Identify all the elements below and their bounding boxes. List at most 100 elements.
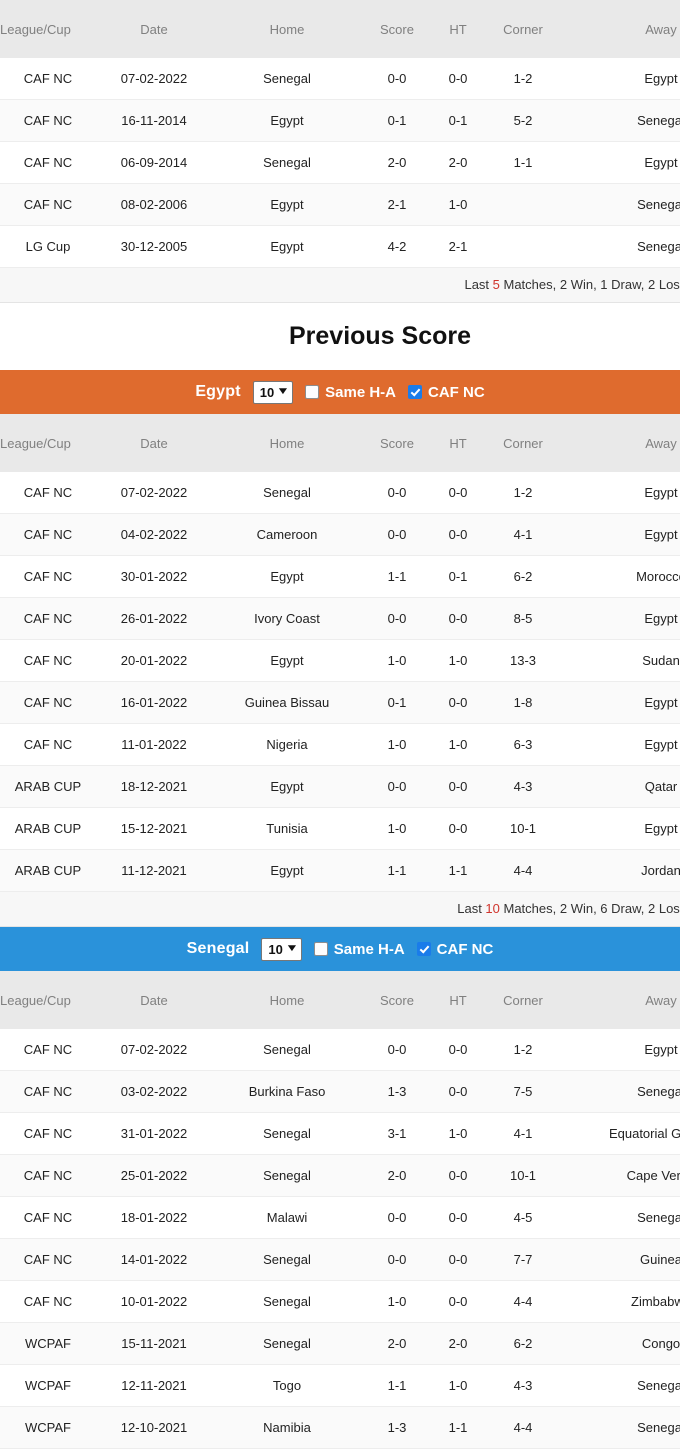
table-row[interactable]: CAF NC 07-02-2022 Senegal 0-0 0-0 1-2 Eg… [0,1029,680,1071]
cell-league: CAF NC [0,1070,96,1113]
cell-home-team[interactable]: Egypt [212,639,362,682]
table-row[interactable]: WCPAF 15-11-2021 Senegal 2-0 2-0 6-2 Con… [0,1322,680,1365]
table-row[interactable]: CAF NC 06-09-2014 Senegal 2-0 2-0 1-1 Eg… [0,141,680,184]
cell-away-team[interactable]: Senegal [562,183,680,226]
cell-home-team[interactable]: Togo [212,1364,362,1407]
section-title-area: Previous Score [0,303,680,370]
cell-home-team[interactable]: Senegal [212,1029,362,1071]
table-row[interactable]: CAF NC 04-02-2022 Cameroon 0-0 0-0 4-1 E… [0,513,680,556]
cell-away-team[interactable]: Senegal [562,225,680,268]
table-header-row: League/Cup Date Home Score HT Corner Awa… [0,0,680,58]
cell-ht: 2-0 [432,1322,484,1365]
cell-date: 25-01-2022 [96,1154,212,1197]
cell-home-team[interactable]: Malawi [212,1196,362,1239]
table-row[interactable]: CAF NC 30-01-2022 Egypt 1-1 0-1 6-2 Moro… [0,555,680,598]
cell-away-team[interactable]: Senegal [562,1406,680,1449]
cell-away-team[interactable]: Congo [562,1322,680,1365]
cell-away-team[interactable]: Egypt [562,597,680,640]
cell-league: CAF NC [0,513,96,556]
cell-home-team[interactable]: Tunisia [212,807,362,850]
table-row[interactable]: CAF NC 16-11-2014 Egypt 0-1 0-1 5-2 Sene… [0,99,680,142]
table-row[interactable]: LG Cup 30-12-2005 Egypt 4-2 2-1 Senegal [0,225,680,268]
column-header-date: Date [96,414,212,472]
cell-away-team[interactable]: Morocco [562,555,680,598]
cell-date: 07-02-2022 [96,472,212,514]
cell-corner: 8-5 [484,597,562,640]
cell-away-team[interactable]: Senegal [562,99,680,142]
cell-corner: 10-1 [484,1154,562,1197]
table-row[interactable]: ARAB CUP 18-12-2021 Egypt 0-0 0-0 4-3 Qa… [0,765,680,808]
cell-home-team[interactable]: Senegal [212,472,362,514]
cell-home-team[interactable]: Egypt [212,555,362,598]
table-row[interactable]: CAF NC 18-01-2022 Malawi 0-0 0-0 4-5 Sen… [0,1196,680,1239]
egypt-match-count-select[interactable]: 10 ▼ [252,380,294,404]
cell-home-team[interactable]: Egypt [212,225,362,268]
table-row[interactable]: CAF NC 07-02-2022 Senegal 0-0 0-0 1-2 Eg… [0,58,680,100]
cell-away-team[interactable]: Egypt [562,513,680,556]
cell-away-team[interactable]: Senegal [562,1196,680,1239]
cell-corner: 6-2 [484,1322,562,1365]
cell-home-team[interactable]: Burkina Faso [212,1070,362,1113]
table-row[interactable]: CAF NC 14-01-2022 Senegal 0-0 0-0 7-7 Gu… [0,1238,680,1281]
cell-away-team[interactable]: Egypt [562,807,680,850]
cell-away-team[interactable]: Egypt [562,472,680,514]
cell-away-team[interactable]: Egypt [562,141,680,184]
cell-home-team[interactable]: Ivory Coast [212,597,362,640]
checkbox-icon[interactable] [313,942,328,956]
senegal-match-count-select[interactable]: 10 ▼ [261,937,302,961]
cell-home-team[interactable]: Senegal [212,141,362,184]
cell-home-team[interactable]: Guinea Bissau [212,681,362,724]
table-row[interactable]: CAF NC 11-01-2022 Nigeria 1-0 1-0 6-3 Eg… [0,723,680,766]
cell-away-team[interactable]: Egypt [562,58,680,100]
cell-away-team[interactable]: Qatar [562,765,680,808]
cell-home-team[interactable]: Cameroon [212,513,362,556]
table-row[interactable]: CAF NC 03-02-2022 Burkina Faso 1-3 0-0 7… [0,1070,680,1113]
cell-away-team[interactable]: Egypt [562,681,680,724]
table-row[interactable]: CAF NC 26-01-2022 Ivory Coast 0-0 0-0 8-… [0,597,680,640]
checkbox-checked-icon[interactable] [408,385,422,399]
cell-home-team[interactable]: Senegal [212,1280,362,1323]
checkbox-icon[interactable] [305,385,320,399]
cell-home-team[interactable]: Egypt [212,99,362,142]
cell-home-team[interactable]: Nigeria [212,723,362,766]
table-row[interactable]: WCPAF 12-10-2021 Namibia 1-3 1-1 4-4 Sen… [0,1406,680,1449]
cell-away-team[interactable]: Guinea [562,1238,680,1281]
cell-home-team[interactable]: Senegal [212,1112,362,1155]
cell-away-team[interactable]: Senegal [562,1364,680,1407]
cell-home-team[interactable]: Senegal [212,1238,362,1281]
cell-home-team[interactable]: Namibia [212,1406,362,1449]
cell-away-team[interactable]: Egypt [562,1029,680,1071]
senegal-same-ha-checkbox[interactable]: Same H-A [313,941,405,958]
cell-home-team[interactable]: Egypt [212,765,362,808]
table-row[interactable]: CAF NC 25-01-2022 Senegal 2-0 0-0 10-1 C… [0,1154,680,1197]
cell-home-team[interactable]: Senegal [212,1154,362,1197]
cell-away-team[interactable]: Zimbabwe [562,1280,680,1323]
cell-corner [484,225,562,268]
table-row[interactable]: ARAB CUP 15-12-2021 Tunisia 1-0 0-0 10-1… [0,807,680,850]
table-row[interactable]: CAF NC 20-01-2022 Egypt 1-0 1-0 13-3 Sud… [0,639,680,682]
cell-home-team[interactable]: Egypt [212,849,362,892]
cell-away-team[interactable]: Equatorial Guinea [562,1112,680,1155]
cell-away-team[interactable]: Senegal [562,1070,680,1113]
table-row[interactable]: CAF NC 10-01-2022 Senegal 1-0 0-0 4-4 Zi… [0,1280,680,1323]
table-row[interactable]: ARAB CUP 11-12-2021 Egypt 1-1 1-1 4-4 Jo… [0,849,680,892]
cell-ht: 0-0 [432,807,484,850]
egypt-same-ha-checkbox[interactable]: Same H-A [305,384,396,401]
cell-away-team[interactable]: Jordan [562,849,680,892]
table-row[interactable]: CAF NC 08-02-2006 Egypt 2-1 1-0 Senegal [0,183,680,226]
table-row[interactable]: CAF NC 07-02-2022 Senegal 0-0 0-0 1-2 Eg… [0,472,680,514]
table-row[interactable]: CAF NC 16-01-2022 Guinea Bissau 0-1 0-0 … [0,681,680,724]
cell-home-team[interactable]: Egypt [212,183,362,226]
checkbox-checked-icon[interactable] [416,942,431,956]
cell-home-team[interactable]: Senegal [212,58,362,100]
cell-away-team[interactable]: Cape Verde [562,1154,680,1197]
cell-away-team[interactable]: Sudan [562,639,680,682]
senegal-competition-checkbox[interactable]: CAF NC [416,941,493,958]
cell-away-team[interactable]: Egypt [562,723,680,766]
egypt-competition-checkbox[interactable]: CAF NC [408,384,485,401]
cell-ht: 0-0 [432,1070,484,1113]
table-row[interactable]: CAF NC 31-01-2022 Senegal 3-1 1-0 4-1 Eq… [0,1112,680,1155]
table-row[interactable]: WCPAF 12-11-2021 Togo 1-1 1-0 4-3 Senega… [0,1364,680,1407]
column-header-corner: Corner [484,0,562,58]
cell-home-team[interactable]: Senegal [212,1322,362,1365]
